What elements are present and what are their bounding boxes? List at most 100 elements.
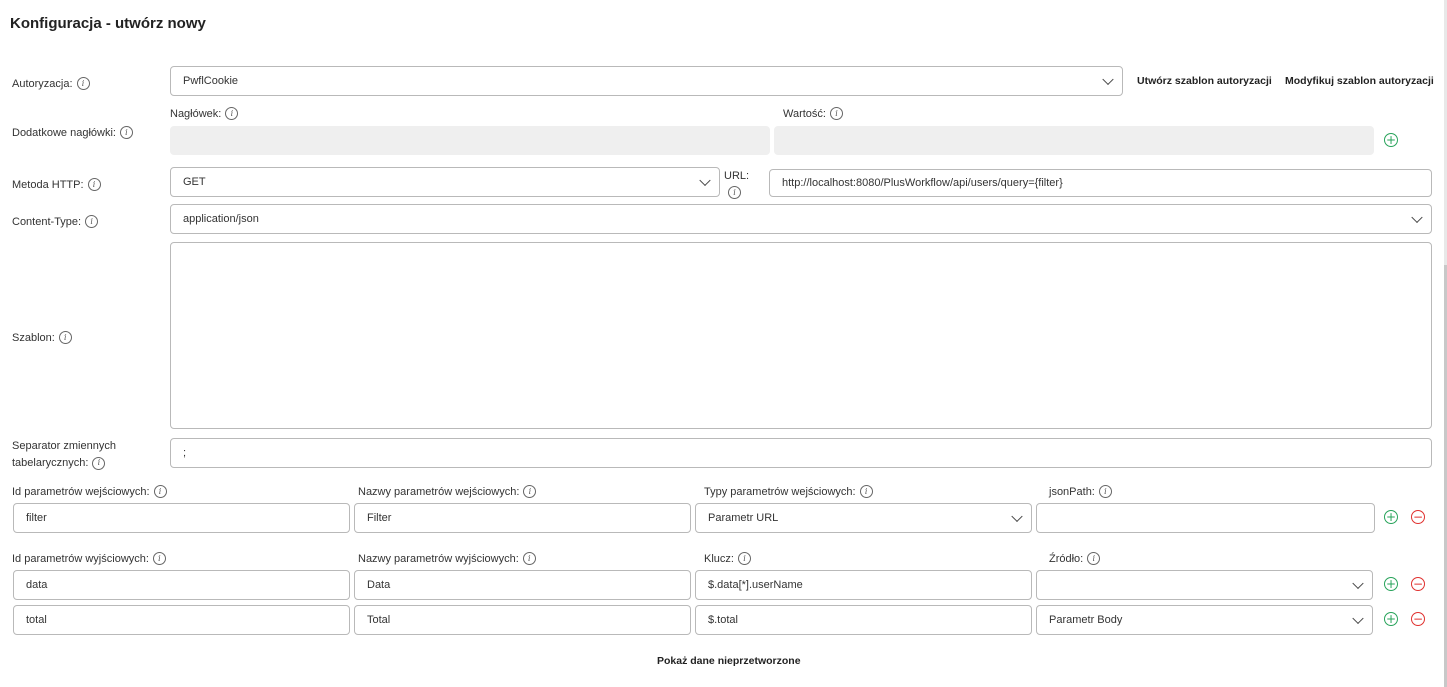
chevron-down-icon — [1352, 577, 1364, 590]
input-type-header-row: Typy parametrów wejściowych: i — [704, 485, 873, 498]
info-icon[interactable]: i — [153, 485, 167, 498]
output-key-field[interactable]: $.data[*].userName — [695, 570, 1032, 600]
plus-circle-icon: + — [1385, 133, 1397, 147]
headers-label: Dodatkowe nagłówki: — [12, 126, 116, 139]
info-icon[interactable]: i — [87, 178, 101, 191]
add-header-button[interactable]: + — [1384, 133, 1398, 147]
output-id-header: Id parametrów wyjściowych: — [12, 552, 149, 565]
modify-auth-template-button[interactable]: Modyfikuj szablon autoryzacji — [1285, 75, 1434, 87]
info-icon[interactable]: i — [1098, 485, 1112, 498]
info-icon[interactable]: i — [76, 77, 90, 90]
header-value-label: Wartość: — [783, 107, 826, 120]
output-name-value: Total — [367, 614, 391, 626]
auth-label: Autoryzacja: — [12, 77, 73, 90]
info-icon[interactable]: i — [225, 107, 239, 120]
output-id-field[interactable]: total — [13, 605, 350, 635]
header-value-input[interactable] — [774, 126, 1374, 155]
header-name-input[interactable] — [170, 126, 770, 155]
output-source-value: Parametr Body — [1049, 614, 1123, 626]
minus-circle-icon: − — [1412, 510, 1424, 524]
input-id-field[interactable]: filter — [13, 503, 350, 533]
info-icon[interactable]: i — [737, 552, 751, 565]
output-key-value: $.data[*].userName — [708, 579, 803, 591]
http-method-select[interactable]: GET — [170, 167, 720, 197]
input-id-header: Id parametrów wejściowych: — [12, 485, 150, 498]
input-id-header-row: Id parametrów wejściowych: i — [12, 485, 167, 498]
create-auth-template-button[interactable]: Utwórz szablon autoryzacji — [1137, 75, 1272, 87]
http-method-value: GET — [183, 176, 206, 188]
output-id-field[interactable]: data — [13, 570, 350, 600]
http-method-label-row: Metoda HTTP: i — [12, 178, 101, 191]
input-name-header: Nazwy parametrów wejściowych: — [358, 485, 520, 498]
info-icon[interactable]: i — [1087, 552, 1101, 565]
output-name-header: Nazwy parametrów wyjściowych: — [358, 552, 519, 565]
info-icon[interactable]: i — [830, 107, 843, 120]
output-key-header: Klucz: — [704, 552, 734, 565]
template-label-row: Szablon: i — [12, 331, 72, 344]
add-output-param-button[interactable]: + — [1384, 577, 1398, 591]
output-id-value: total — [26, 614, 47, 626]
info-icon[interactable]: i — [85, 215, 99, 228]
remove-input-param-button[interactable]: − — [1411, 510, 1425, 524]
info-icon[interactable]: i — [152, 552, 166, 565]
remove-output-param-button[interactable]: − — [1411, 577, 1425, 591]
separator-value: ; — [183, 447, 187, 459]
add-output-param-button[interactable]: + — [1384, 612, 1398, 626]
chevron-down-icon — [1102, 73, 1114, 86]
content-type-label-row: Content-Type: i — [12, 215, 99, 228]
separator-input[interactable]: ; — [170, 438, 1432, 468]
output-name-field[interactable]: Data — [354, 570, 691, 600]
remove-output-param-button[interactable]: − — [1411, 612, 1425, 626]
chevron-down-icon — [1011, 510, 1023, 523]
input-type-select[interactable]: Parametr URL — [695, 503, 1032, 533]
output-name-value: Data — [367, 579, 391, 591]
input-name-header-row: Nazwy parametrów wejściowych: i — [358, 485, 537, 498]
show-raw-data-button[interactable]: Pokaż dane nieprzetworzone — [657, 655, 801, 667]
auth-label-row: Autoryzacja: i — [12, 77, 90, 90]
input-jsonpath-header: jsonPath: — [1049, 485, 1095, 498]
output-source-select[interactable] — [1036, 570, 1373, 600]
separator-label-row: Separator zmiennych tabelarycznych: i — [12, 438, 152, 472]
template-textarea[interactable] — [170, 242, 1432, 429]
plus-circle-icon: + — [1385, 510, 1397, 524]
info-icon[interactable]: i — [92, 456, 106, 470]
output-key-value: $.total — [708, 614, 738, 626]
output-key-header-row: Klucz: i — [704, 552, 751, 565]
auth-select[interactable]: PwflCookie — [170, 66, 1123, 96]
plus-circle-icon: + — [1385, 612, 1397, 626]
info-icon[interactable]: i — [522, 552, 536, 565]
minus-circle-icon: − — [1412, 577, 1424, 591]
chevron-down-icon — [699, 174, 711, 187]
headers-label-row: Dodatkowe nagłówki: i — [12, 126, 133, 139]
header-name-label: Nagłówek: — [170, 107, 222, 120]
output-id-value: data — [26, 579, 48, 591]
info-icon[interactable]: i — [728, 186, 741, 199]
input-id-value: filter — [26, 512, 47, 524]
chevron-down-icon — [1411, 211, 1423, 224]
http-method-label: Metoda HTTP: — [12, 178, 84, 191]
input-type-header: Typy parametrów wejściowych: — [704, 485, 856, 498]
content-type-value: application/json — [183, 213, 259, 225]
plus-circle-icon: + — [1385, 577, 1397, 591]
url-input[interactable]: http://localhost:8080/PlusWorkflow/api/u… — [769, 169, 1432, 197]
header-name-label-row: Nagłówek: i — [170, 107, 239, 120]
add-input-param-button[interactable]: + — [1384, 510, 1398, 524]
output-source-select[interactable]: Parametr Body — [1036, 605, 1373, 635]
header-value-label-row: Wartość: i — [783, 107, 843, 120]
info-icon[interactable]: i — [523, 485, 537, 498]
output-name-field[interactable]: Total — [354, 605, 691, 635]
content-type-label: Content-Type: — [12, 215, 82, 228]
output-key-field[interactable]: $.total — [695, 605, 1032, 635]
input-name-field[interactable]: Filter — [354, 503, 691, 533]
info-icon[interactable]: i — [119, 126, 133, 139]
output-source-header-row: Źródło: i — [1049, 552, 1101, 565]
chevron-down-icon — [1352, 612, 1364, 625]
info-icon[interactable]: i — [58, 331, 72, 344]
input-jsonpath-field[interactable] — [1036, 503, 1375, 533]
content-type-select[interactable]: application/json — [170, 204, 1432, 234]
url-label: URL: — [724, 170, 750, 182]
input-type-value: Parametr URL — [708, 512, 779, 524]
info-icon[interactable]: i — [859, 485, 873, 498]
output-id-header-row: Id parametrów wyjściowych: i — [12, 552, 166, 565]
minus-circle-icon: − — [1412, 612, 1424, 626]
